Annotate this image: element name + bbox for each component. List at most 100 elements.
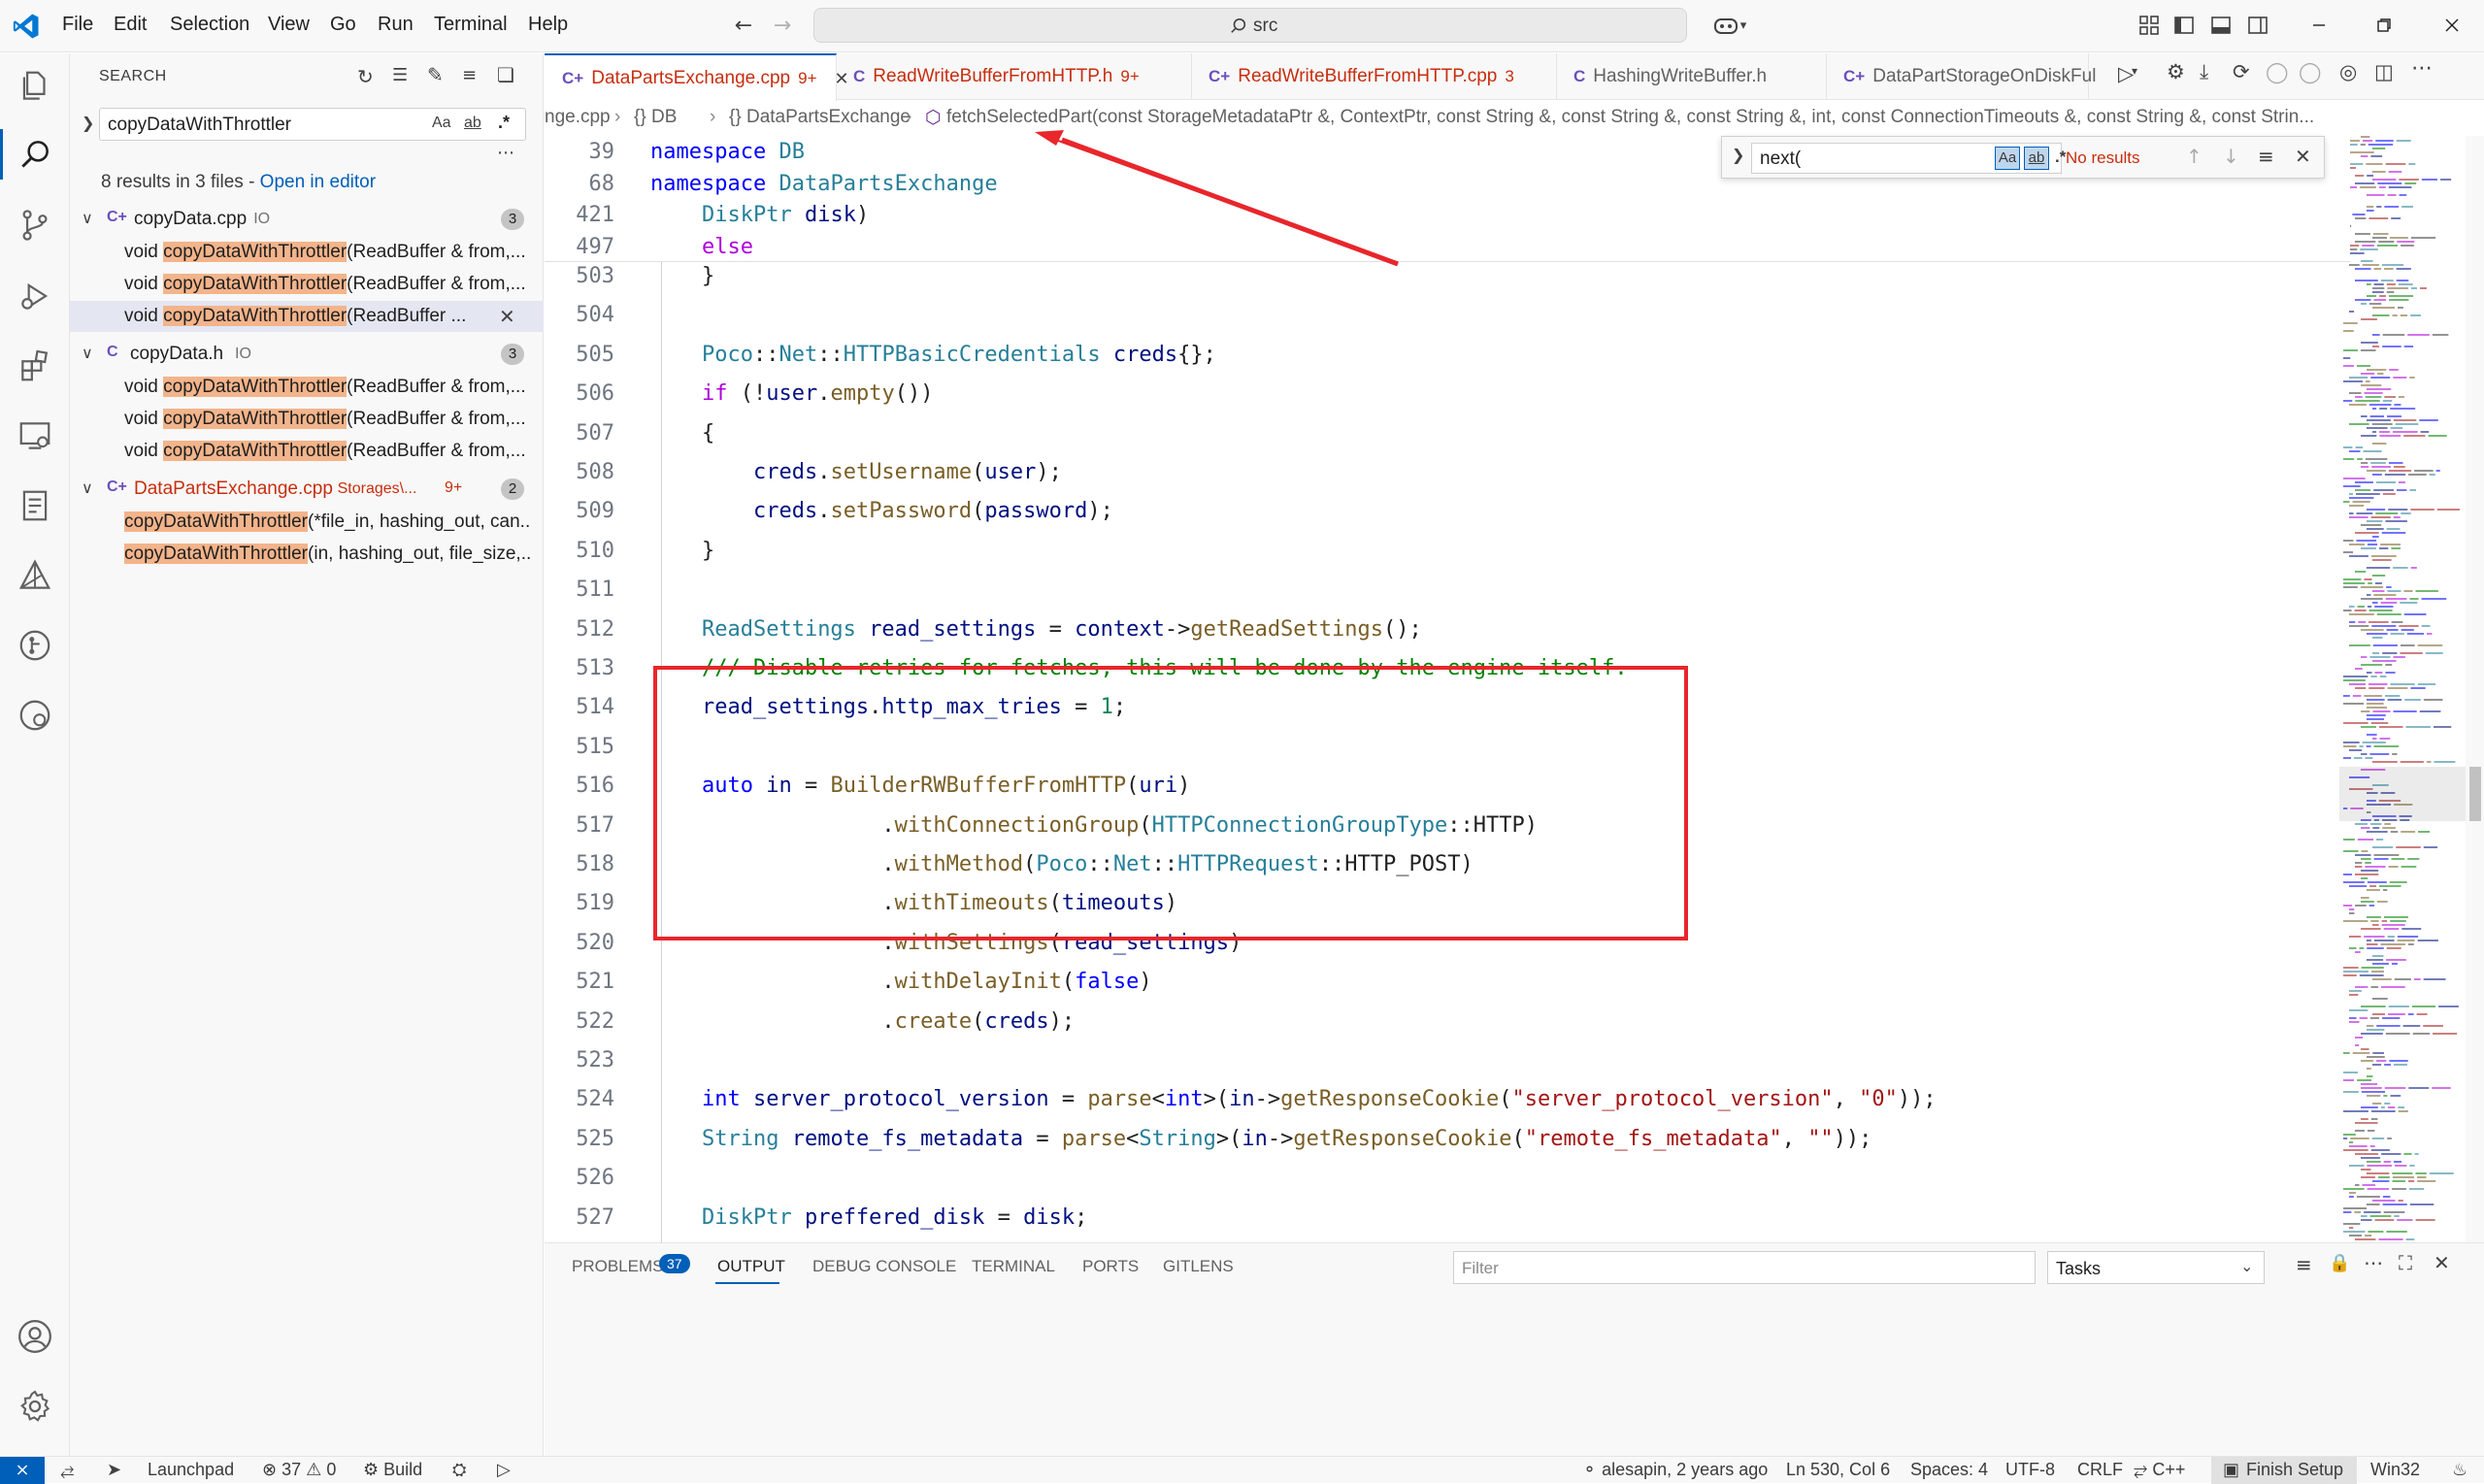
debug-icon[interactable]: ⛭	[452, 1460, 466, 1480]
cursor-position[interactable]: Ln 530, Col 6	[1786, 1460, 1890, 1480]
search-input[interactable]: copyDataWithThrottler Aa ab .*	[99, 108, 526, 141]
clear-output-icon[interactable]: ≡	[2296, 1253, 2312, 1276]
copilot-icon[interactable]: ▾	[1708, 12, 1751, 39]
breadcrumb-namespace-db[interactable]: {} DB	[634, 107, 677, 128]
back-arrow-icon[interactable]: ←	[730, 12, 757, 39]
tab-output[interactable]: OUTPUT	[717, 1257, 785, 1276]
match-whole-word-toggle[interactable]: ab	[464, 115, 481, 132]
accounts-icon[interactable]	[14, 1315, 56, 1358]
menu-terminal[interactable]: Terminal	[434, 14, 508, 36]
source-control-status-icon[interactable]: ⥄	[60, 1460, 74, 1480]
refresh-icon[interactable]: ↻	[357, 65, 374, 88]
sticky-line[interactable]: namespace DataPartsExchange	[650, 172, 998, 196]
indentation[interactable]: Spaces: 4	[1910, 1460, 1988, 1480]
find-in-selection-icon[interactable]: ≡	[2258, 145, 2274, 168]
tab-2[interactable]: C+ ReadWriteBufferFromHTTP.cpp 3	[1191, 53, 1557, 100]
result-file-row[interactable]: ∨ C+ copyData.cpp IO 3	[70, 204, 544, 235]
history-icon[interactable]: ⟳	[2233, 60, 2250, 83]
minimap[interactable]	[2339, 136, 2466, 1242]
tab-debug-console[interactable]: DEBUG CONSOLE	[812, 1257, 956, 1276]
launchpad-status[interactable]: Launchpad	[148, 1460, 234, 1480]
next-change-icon[interactable]: ◯	[2299, 60, 2322, 83]
testing-icon[interactable]	[14, 484, 56, 527]
sticky-line[interactable]: DiskPtr disk)	[650, 203, 869, 227]
output-filter-input[interactable]: Filter	[1453, 1251, 2036, 1284]
close-window-icon[interactable]	[2438, 12, 2466, 39]
settings-icon[interactable]: ⚙	[2167, 60, 2185, 83]
dismiss-result-icon[interactable]: ✕	[499, 305, 515, 329]
explorer-icon[interactable]	[14, 65, 56, 108]
close-find-icon[interactable]: ✕	[2295, 145, 2311, 168]
tab-1[interactable]: C ReadWriteBufferFromHTTP.h 9+	[836, 53, 1192, 100]
code-line[interactable]: int server_protocol_version = parse<int>…	[650, 1087, 1937, 1111]
code-line[interactable]: if (!user.empty())	[650, 381, 933, 406]
settings-gear-icon[interactable]	[14, 1385, 56, 1428]
language-mode[interactable]: ⥂ C++	[2134, 1460, 2185, 1480]
errors-warnings-status[interactable]: ⊗ 37 ⚠ 0	[262, 1460, 336, 1480]
remote-explorer-icon[interactable]	[14, 414, 56, 457]
clear-results-icon[interactable]: ☰	[392, 65, 408, 85]
open-in-editor-link[interactable]: Open in editor	[260, 172, 376, 192]
tab-4[interactable]: C+ DataPartStorageOnDiskFul	[1826, 53, 2096, 100]
result-line[interactable]: copyDataWithThrottler(*file_in, hashing_…	[70, 507, 544, 538]
search-view-icon[interactable]	[14, 133, 56, 176]
tab-3[interactable]: C HashingWriteBuffer.h	[1556, 53, 1827, 100]
extensions-icon[interactable]	[14, 345, 56, 387]
sticky-line[interactable]: namespace DB	[650, 140, 805, 164]
code-line[interactable]: creds.setPassword(password);	[650, 499, 1113, 523]
code-line[interactable]: }	[650, 264, 714, 288]
tab-gitlens[interactable]: GITLENS	[1163, 1257, 1234, 1276]
result-line[interactable]: void copyDataWithThrottler(ReadBuffer & …	[70, 404, 544, 435]
result-line[interactable]: void copyDataWithThrottler(ReadBuffer & …	[70, 237, 544, 268]
output-channel-select[interactable]: Tasks ⌄	[2047, 1251, 2265, 1284]
use-regex-toggle[interactable]: .*	[498, 113, 510, 133]
code-line[interactable]: {	[650, 421, 714, 445]
result-line[interactable]: copyDataWithThrottler(in, hashing_out, f…	[70, 539, 544, 570]
tab-ports[interactable]: PORTS	[1082, 1257, 1139, 1276]
find-input[interactable]: next( Aa ab .*	[1751, 143, 2066, 174]
finish-setup-button[interactable]: ▣ Finish Setup	[2211, 1457, 2357, 1484]
git-blame-status[interactable]: ⚬ alesapin, 2 years ago	[1582, 1460, 1768, 1480]
more-options-icon[interactable]: ⋯	[497, 143, 514, 163]
tab-terminal[interactable]: TERMINAL	[972, 1257, 1055, 1276]
code-line[interactable]: }	[650, 539, 714, 563]
code-line[interactable]: creds.setUsername(user);	[650, 460, 1062, 484]
customize-layout-icon[interactable]	[2136, 12, 2163, 39]
result-line[interactable]: void copyDataWithThrottler(ReadBuffer & …	[70, 269, 544, 300]
code-line[interactable]: String remote_fs_metadata = parse<String…	[650, 1127, 1871, 1151]
collapse-all-icon[interactable]: ❏	[497, 63, 514, 86]
result-file-row[interactable]: ∨ CcopyData.h IO 3	[70, 339, 544, 370]
find-match-case-toggle[interactable]: Aa	[1995, 147, 2020, 170]
minimap-viewport[interactable]	[2339, 767, 2466, 821]
menu-view[interactable]: View	[268, 14, 310, 36]
sticky-line[interactable]: else	[650, 235, 753, 259]
platform[interactable]: Win32	[2370, 1460, 2420, 1480]
tab-problems[interactable]: PROBLEMS	[572, 1257, 663, 1276]
toggle-replace-chevron-icon[interactable]: ❯	[82, 114, 94, 132]
prev-change-icon[interactable]: ◯	[2266, 60, 2289, 83]
more-panel-actions-icon[interactable]: ⋯	[2364, 1251, 2383, 1274]
gitlens-inspect-icon[interactable]	[14, 694, 56, 737]
menu-help[interactable]: Help	[528, 14, 568, 36]
cmake-icon[interactable]	[14, 554, 56, 597]
find-whole-word-toggle[interactable]: ab	[2024, 147, 2049, 170]
menu-run[interactable]: Run	[378, 14, 414, 36]
code-line[interactable]: Poco::Net::HTTPBasicCredentials creds{};	[650, 343, 1216, 367]
next-match-icon[interactable]: ↓	[2223, 145, 2239, 168]
match-case-toggle[interactable]: Aa	[432, 115, 451, 132]
run-dropdown-icon[interactable]: ▾	[2132, 64, 2137, 78]
tab-0[interactable]: C+ DataPartsExchange.cpp 9+ ✕	[545, 53, 849, 102]
view-as-tree-icon[interactable]: ≡	[462, 65, 477, 85]
toggle-primary-sidebar-icon[interactable]	[2170, 12, 2198, 39]
run-debug-icon[interactable]	[14, 275, 56, 317]
more-actions-icon[interactable]: ⋯	[2411, 56, 2433, 81]
code-line[interactable]: .withDelayInit(false)	[650, 970, 1151, 994]
breadcrumb-namespace-dataparts[interactable]: {} DataPartsExchange	[729, 107, 911, 128]
menu-selection[interactable]: Selection	[170, 14, 249, 36]
encoding[interactable]: UTF-8	[2005, 1460, 2055, 1480]
notifications-bell-icon[interactable]: ♨	[2452, 1460, 2467, 1480]
menu-edit[interactable]: Edit	[114, 14, 147, 36]
split-editor-icon[interactable]: ◫	[2374, 60, 2394, 83]
lock-scroll-icon[interactable]: 🔒	[2329, 1253, 2350, 1273]
result-line[interactable]: void copyDataWithThrottler(ReadBuffer & …	[70, 436, 544, 467]
